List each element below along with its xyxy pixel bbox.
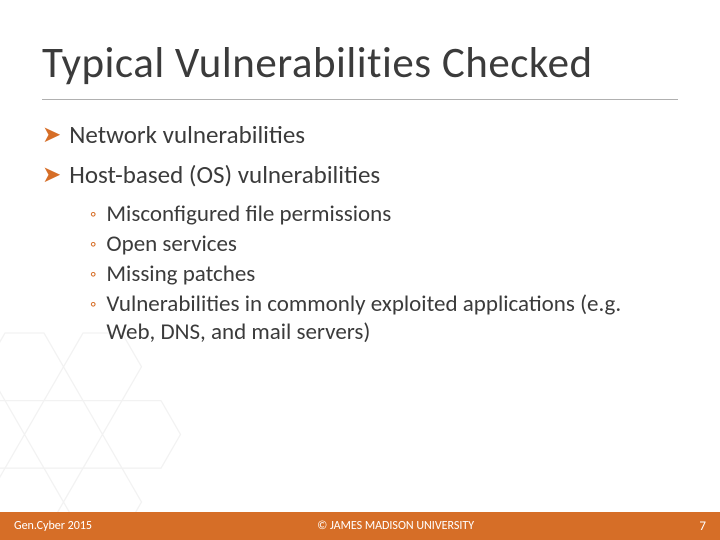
- footer-center: © JAMES MADISON UNIVERSITY: [92, 519, 699, 533]
- bullet-l1: ➤ Host-based (OS) vulnerabilities: [42, 160, 678, 190]
- bullet-l1: ➤ Network vulnerabilities: [42, 120, 678, 150]
- circle-bullet-icon: ◦: [90, 200, 96, 228]
- bullet-list: ➤ Network vulnerabilities ➤ Host-based (…: [42, 120, 678, 346]
- bullet-l2: ◦ Vulnerabilities in commonly exploited …: [90, 290, 678, 346]
- sub-bullet-text: Open services: [106, 230, 237, 258]
- chevron-right-icon: ➤: [42, 120, 61, 150]
- slide-body: Typical Vulnerabilities Checked ➤ Networ…: [0, 0, 720, 540]
- slide-footer: Gen.Cyber 2015 © JAMES MADISON UNIVERSIT…: [0, 512, 720, 540]
- bullet-l2: ◦ Missing patches: [90, 260, 678, 288]
- bullet-l2: ◦ Misconfigured file permissions: [90, 200, 678, 228]
- page-number: 7: [699, 519, 706, 534]
- footer-left: Gen.Cyber 2015: [14, 519, 92, 533]
- bullet-text: Network vulnerabilities: [69, 120, 305, 150]
- bullet-l2: ◦ Open services: [90, 230, 678, 258]
- circle-bullet-icon: ◦: [90, 230, 96, 258]
- slide-title: Typical Vulnerabilities Checked: [42, 36, 678, 100]
- sub-bullet-list: ◦ Misconfigured file permissions ◦ Open …: [90, 200, 678, 346]
- sub-bullet-text: Misconfigured file permissions: [106, 200, 391, 228]
- sub-bullet-text: Missing patches: [106, 260, 255, 288]
- chevron-right-icon: ➤: [42, 160, 61, 190]
- circle-bullet-icon: ◦: [90, 290, 96, 318]
- sub-bullet-text: Vulnerabilities in commonly exploited ap…: [106, 290, 666, 346]
- circle-bullet-icon: ◦: [90, 260, 96, 288]
- bullet-text: Host-based (OS) vulnerabilities: [69, 160, 380, 190]
